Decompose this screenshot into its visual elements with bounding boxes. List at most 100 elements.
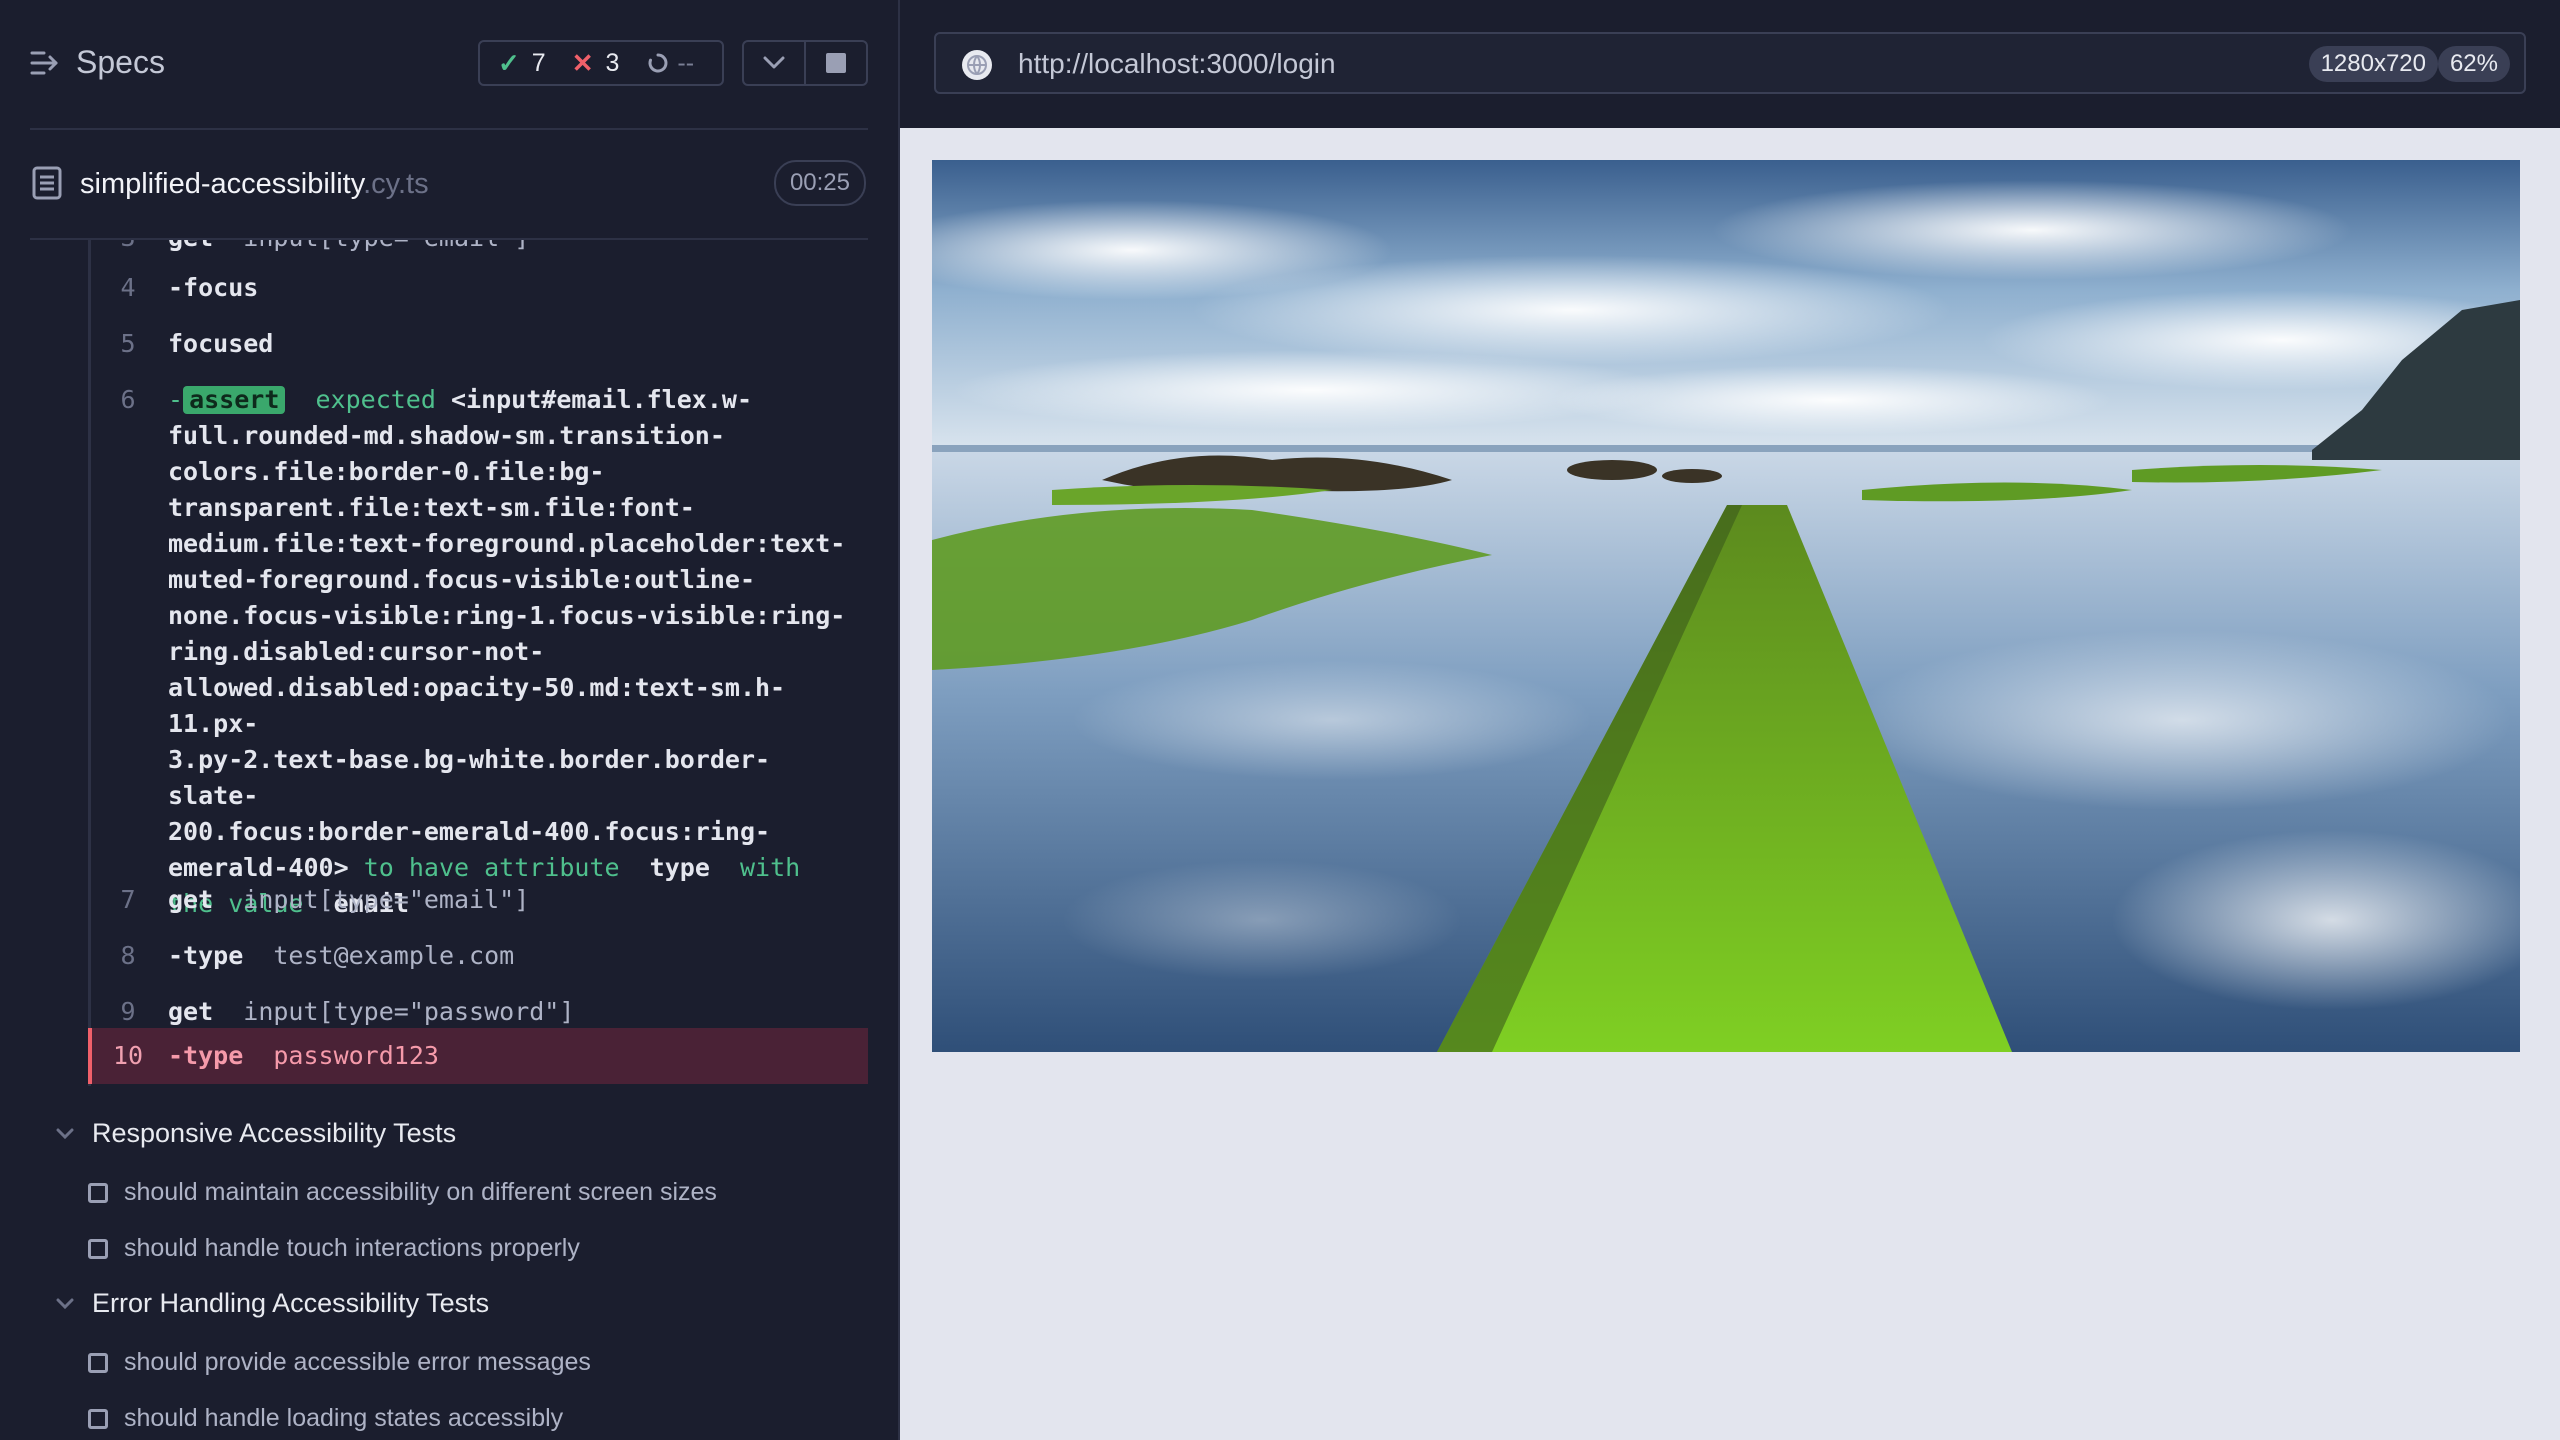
- chevron-down-icon: [56, 1298, 74, 1309]
- suite-responsive-accessibility[interactable]: Responsive Accessibility Tests: [56, 1118, 456, 1149]
- test-status-icon: [88, 1408, 108, 1429]
- globe-icon: [962, 50, 992, 80]
- test-title: should maintain accessibility on differe…: [124, 1178, 717, 1206]
- assert-attribute: type: [649, 853, 710, 882]
- url-text: http://localhost:3000/login: [1018, 48, 1336, 79]
- command-name: -type: [168, 1041, 244, 1070]
- specs-list-icon: [30, 51, 58, 74]
- assert-subject-line: full.rounded-md.shadow-sm.transition-: [168, 421, 725, 450]
- passed-count: 7: [531, 48, 546, 77]
- app-under-test-panel: http://localhost:3000/login 1280x720 62%: [900, 0, 2560, 1440]
- test-item[interactable]: should maintain accessibility on differe…: [88, 1178, 717, 1207]
- pending-stat: --: [647, 49, 694, 78]
- command-number: 9: [120, 997, 136, 1026]
- command-name: -: [168, 385, 184, 414]
- stop-icon: [826, 53, 846, 73]
- command-row-assert[interactable]: 6 - assert expected <input#email.flex.w-f…: [88, 382, 868, 918]
- command-name: get: [168, 240, 213, 252]
- failed-count: 3: [605, 48, 620, 77]
- assert-subject-line: muted-foreground.focus-visible:outline-: [168, 565, 755, 594]
- assert-subject-line: <input#email.flex.w-: [450, 385, 752, 414]
- viewport-size-badge[interactable]: 1280x720: [2308, 46, 2438, 82]
- chevron-down-icon: [763, 56, 785, 69]
- reporter-header: Specs ✓ 7 ✕ 3 --: [0, 0, 898, 128]
- assert-subject-line: transparent.file:text-sm.file:font-: [168, 493, 695, 522]
- test-title: should handle loading states accessibly: [124, 1404, 564, 1432]
- suite-title: Error Handling Accessibility Tests: [92, 1288, 490, 1318]
- aut-header: http://localhost:3000/login 1280x720 62%: [900, 0, 2560, 128]
- spec-file-basename: simplified-accessibility: [80, 168, 364, 200]
- command-message: input[type="email"]: [243, 885, 530, 914]
- command-row[interactable]: 3 get input[type="email"]: [88, 240, 868, 256]
- pending-count: --: [677, 48, 695, 77]
- url-bar[interactable]: http://localhost:3000/login 1280x720 62%: [934, 32, 2526, 94]
- failed-rail: [88, 1028, 92, 1084]
- command-row[interactable]: 5 focused: [88, 326, 868, 362]
- command-log: 3 get input[type="email"] 4 -focus 5 foc…: [88, 240, 868, 1086]
- assert-subject-line: colors.file:border-0.file:bg-: [168, 457, 605, 486]
- reporter-panel: Specs ✓ 7 ✕ 3 -- simplified-accessibilit…: [0, 0, 900, 1440]
- aut-iframe-landscape-image: [932, 160, 2520, 1052]
- assert-subject-line: allowed.disabled:opacity-50.md:text-sm.h…: [168, 673, 786, 738]
- pending-spinner-icon: [648, 53, 668, 73]
- command-message: test@example.com: [273, 941, 515, 970]
- assert-subject-line: emerald-400>: [168, 853, 349, 882]
- assert-subject-line: medium.file:text-foreground.placeholder:…: [168, 529, 846, 558]
- command-name: get: [168, 997, 214, 1026]
- command-number: 7: [120, 885, 136, 914]
- command-row[interactable]: 8 -type test@example.com: [88, 938, 868, 974]
- command-row[interactable]: 7 get input[type="email"]: [88, 882, 868, 918]
- suite-error-handling-accessibility[interactable]: Error Handling Accessibility Tests: [56, 1288, 489, 1319]
- test-item[interactable]: should handle touch interactions properl…: [88, 1234, 580, 1263]
- command-name: -focus: [168, 273, 259, 302]
- assert-subject: <input#email.flex.w-full.rounded-md.shad…: [168, 385, 845, 882]
- command-message: input[type="email"]: [243, 240, 529, 252]
- command-name: get: [168, 885, 214, 914]
- specs-label: Specs: [76, 44, 165, 80]
- command-number: 4: [120, 273, 136, 302]
- assert-subject-line: none.focus-visible:ring-1.focus-visible:…: [168, 601, 846, 630]
- command-name: focused: [168, 329, 274, 358]
- assert-badge: assert: [183, 386, 286, 414]
- spec-file-extension: .cy.ts: [363, 168, 429, 200]
- stop-button[interactable]: [804, 40, 868, 86]
- command-row[interactable]: 9 get input[type="password"]: [88, 994, 868, 1030]
- command-number: 5: [120, 329, 136, 358]
- command-row[interactable]: 4 -focus: [88, 270, 868, 306]
- test-status-icon: [88, 1182, 108, 1203]
- assert-phrase: to have attribute: [363, 853, 620, 882]
- spec-header: simplified-accessibility.cy.ts 00:25: [0, 130, 898, 238]
- command-row-failed[interactable]: 10 -type password123: [88, 1028, 868, 1084]
- passed-stat: ✓ 7: [498, 48, 546, 79]
- failed-stat: ✕ 3: [572, 48, 620, 79]
- zoom-badge[interactable]: 62%: [2437, 46, 2510, 82]
- test-status-icon: [88, 1238, 108, 1259]
- toggle-auto-scroll-button[interactable]: [742, 40, 806, 86]
- test-stats: ✓ 7 ✕ 3 --: [478, 40, 724, 86]
- check-icon: ✓: [498, 47, 520, 78]
- command-number: 10: [112, 1041, 144, 1070]
- document-icon: [32, 166, 62, 200]
- chevron-down-icon: [56, 1128, 74, 1139]
- landscape-image: [932, 160, 2520, 1052]
- spec-duration: 00:25: [773, 160, 866, 206]
- command-message: password123: [273, 1041, 439, 1070]
- command-name: -type: [168, 941, 244, 970]
- x-icon: ✕: [571, 47, 594, 78]
- assert-subject-line: 3.py-2.text-base.bg-white.border.border-…: [168, 745, 771, 810]
- test-status-icon: [88, 1352, 108, 1373]
- command-message: input[type="password"]: [243, 997, 575, 1026]
- assert-subject-line: 200.focus:border-emerald-400.focus:ring-: [168, 817, 771, 846]
- assert-subject-line: ring.disabled:cursor-not-: [168, 637, 545, 666]
- command-number: 8: [120, 941, 136, 970]
- test-title: should handle touch interactions properl…: [124, 1234, 580, 1262]
- suite-title: Responsive Accessibility Tests: [92, 1118, 457, 1148]
- test-item[interactable]: should provide accessible error messages: [88, 1348, 591, 1377]
- specs-link[interactable]: Specs: [30, 44, 165, 81]
- spec-file-name: simplified-accessibility.cy.ts: [80, 168, 429, 201]
- test-title: should provide accessible error messages: [124, 1348, 591, 1376]
- command-number: 6: [120, 385, 136, 414]
- test-item[interactable]: should handle loading states accessibly: [88, 1404, 563, 1433]
- assert-expected-word: expected: [315, 385, 436, 414]
- command-number: 3: [110, 240, 146, 256]
